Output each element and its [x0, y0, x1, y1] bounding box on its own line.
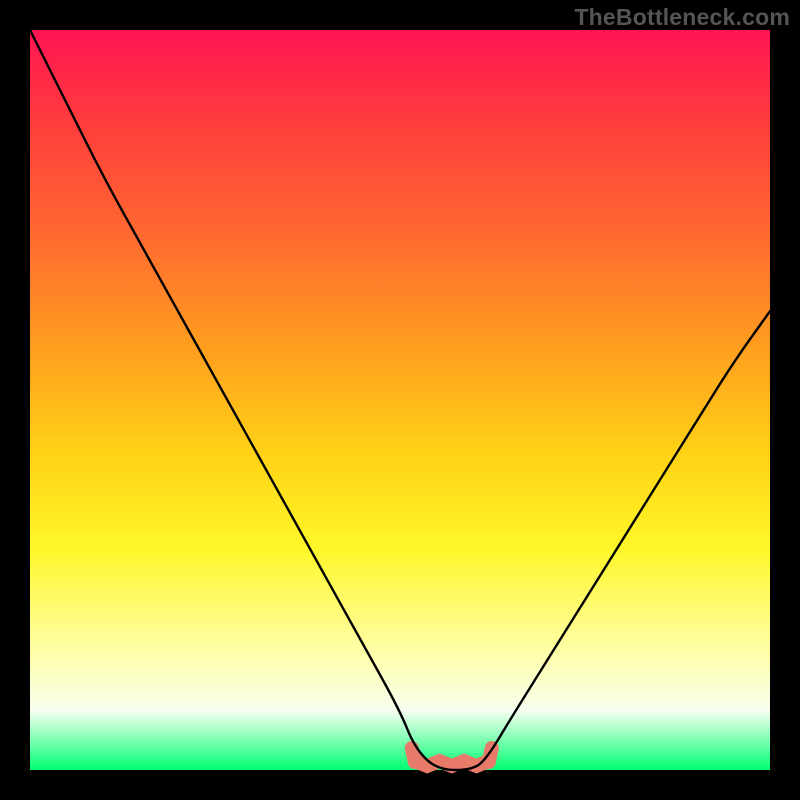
plot-area: [30, 30, 770, 770]
bottleneck-curve: [30, 30, 770, 770]
watermark-text: TheBottleneck.com: [574, 4, 790, 31]
chart-svg: [30, 30, 770, 770]
chart-frame: TheBottleneck.com: [0, 0, 800, 800]
